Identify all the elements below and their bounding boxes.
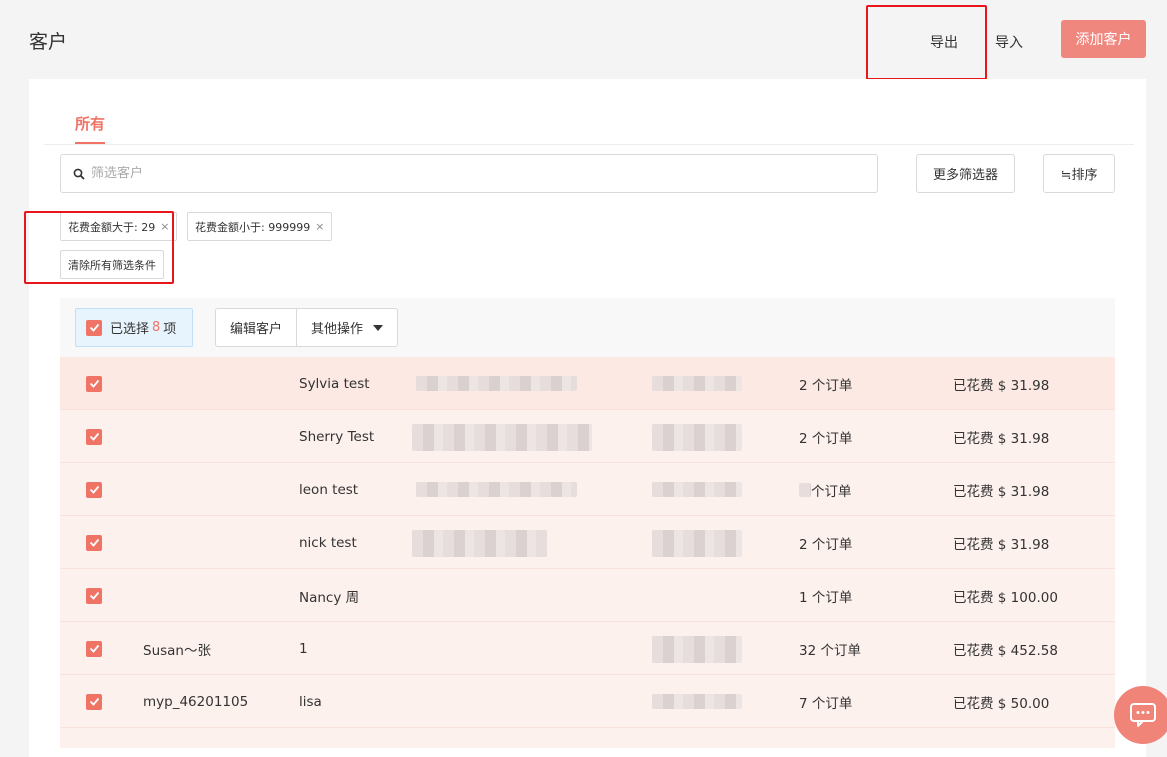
export-highlight-box	[866, 5, 987, 80]
customer-name[interactable]: lisa	[299, 675, 322, 728]
page-title: 客户	[29, 31, 68, 53]
search-field[interactable]	[60, 154, 878, 193]
customer-spent: 已花费 $ 452.58	[953, 642, 1058, 659]
redacted-phone	[652, 482, 742, 497]
customer-orders: 1 个订单	[799, 589, 853, 606]
selected-prefix: 已选择	[110, 322, 150, 337]
redacted-email	[412, 530, 547, 557]
close-icon[interactable]: ×	[315, 220, 324, 233]
more-filters-button[interactable]: 更多筛选器	[916, 154, 1015, 193]
search-input[interactable]	[91, 166, 791, 181]
selection-highlight-box	[24, 211, 174, 284]
table-row[interactable]: Nancy 周 1 个订单 已花费 $ 100.00	[60, 569, 1115, 622]
tab-all[interactable]: 所有	[75, 113, 106, 144]
customer-orders-text: 个订单	[811, 483, 852, 500]
customer-orders: 个订单	[799, 463, 852, 516]
redacted-phone	[652, 376, 742, 391]
customer-spent: 已花费 $ 31.98	[953, 483, 1050, 500]
selected-count: 8	[152, 320, 161, 335]
row-checkbox[interactable]	[86, 428, 102, 445]
customer-orders: 32 个订单	[799, 642, 861, 659]
customer-spent: 已花费 $ 31.98	[953, 377, 1050, 394]
customer-list-card: 所有 更多筛选器 ≒排序 花费金额大于: 29 × 花费金额小于: 999999…	[29, 79, 1146, 757]
customer-nickname: myp_46201105	[143, 693, 249, 710]
customer-spent: 已花费 $ 31.98	[953, 430, 1050, 447]
redacted-phone	[652, 694, 742, 709]
search-icon	[73, 168, 85, 180]
check-icon	[89, 379, 99, 388]
check-icon	[89, 432, 99, 441]
customer-orders: 7 个订单	[799, 695, 853, 712]
row-checkbox[interactable]	[86, 693, 102, 710]
table-row[interactable]: leon test 个订单 已花费 $ 31.98	[60, 463, 1115, 516]
selection-summary[interactable]: 已选择 8 项	[75, 308, 193, 347]
other-actions-dropdown[interactable]: 其他操作	[296, 309, 397, 346]
customer-nickname: Susan～张	[143, 642, 211, 659]
check-icon	[89, 591, 99, 600]
customer-name[interactable]: Sherry Test	[299, 410, 374, 463]
table-row[interactable]: nick test 2 个订单 已花费 $ 31.98	[60, 516, 1115, 569]
check-icon	[89, 485, 99, 494]
table-row[interactable]: Sylvia test 2 个订单 已花费 $ 31.98	[60, 357, 1115, 410]
row-checkbox[interactable]	[86, 587, 102, 604]
customer-name[interactable]: nick test	[299, 516, 357, 569]
redacted-phone	[652, 530, 742, 557]
bulk-button-group: 编辑客户 其他操作	[215, 308, 399, 347]
check-icon	[89, 538, 99, 547]
customer-name[interactable]: Nancy 周	[299, 569, 359, 622]
customer-orders: 2 个订单	[799, 430, 853, 447]
check-icon	[89, 697, 99, 706]
table-row[interactable]: Sherry Test 2 个订单 已花费 $ 31.98	[60, 410, 1115, 463]
table-row[interactable]	[60, 728, 1115, 748]
customer-orders: 2 个订单	[799, 377, 853, 394]
tab-divider	[44, 144, 1134, 145]
table-row[interactable]: Susan～张 1 32 个订单 已花费 $ 452.58	[60, 622, 1115, 675]
redacted-email	[416, 376, 577, 391]
redacted-phone	[652, 636, 742, 663]
customer-name[interactable]: leon test	[299, 463, 358, 516]
table-row[interactable]: myp_46201105 lisa 7 个订单 已花费 $ 50.00	[60, 675, 1115, 728]
edit-customers-button[interactable]: 编辑客户	[216, 309, 296, 346]
redacted-email	[416, 482, 577, 497]
redacted-phone	[652, 424, 742, 451]
check-icon	[89, 644, 99, 653]
chat-icon	[1130, 703, 1156, 727]
customer-spent: 已花费 $ 31.98	[953, 536, 1050, 553]
bulk-action-bar: 已选择 8 项 编辑客户 其他操作	[60, 298, 1115, 357]
select-all-checkbox[interactable]	[86, 319, 102, 336]
import-button[interactable]: 导入	[995, 32, 1023, 52]
row-checkbox[interactable]	[86, 640, 102, 657]
customer-spent: 已花费 $ 50.00	[953, 695, 1050, 712]
customer-table: Sylvia test 2 个订单 已花费 $ 31.98 Sherry Tes…	[60, 357, 1115, 748]
selected-suffix: 项	[163, 322, 177, 337]
row-checkbox[interactable]	[86, 481, 102, 498]
redacted-order-count	[799, 482, 811, 497]
redacted-email	[412, 424, 592, 451]
customer-name[interactable]: Sylvia test	[299, 357, 370, 410]
filter-chip-label: 花费金额小于: 999999	[195, 220, 311, 234]
customer-orders: 2 个订单	[799, 536, 853, 553]
add-customer-button[interactable]: 添加客户	[1061, 20, 1146, 58]
sort-button[interactable]: ≒排序	[1043, 154, 1115, 193]
row-checkbox[interactable]	[86, 375, 102, 392]
filter-chip-max-spent: 花费金额小于: 999999 ×	[187, 212, 333, 241]
edit-customers-label: 编辑客户	[230, 322, 283, 337]
customer-spent: 已花费 $ 100.00	[953, 589, 1058, 606]
caret-down-icon	[373, 324, 384, 331]
row-checkbox[interactable]	[86, 534, 102, 551]
customer-name[interactable]: 1	[299, 622, 308, 675]
other-actions-label: 其他操作	[311, 322, 364, 337]
chat-button[interactable]	[1114, 686, 1167, 744]
check-icon	[89, 323, 99, 332]
